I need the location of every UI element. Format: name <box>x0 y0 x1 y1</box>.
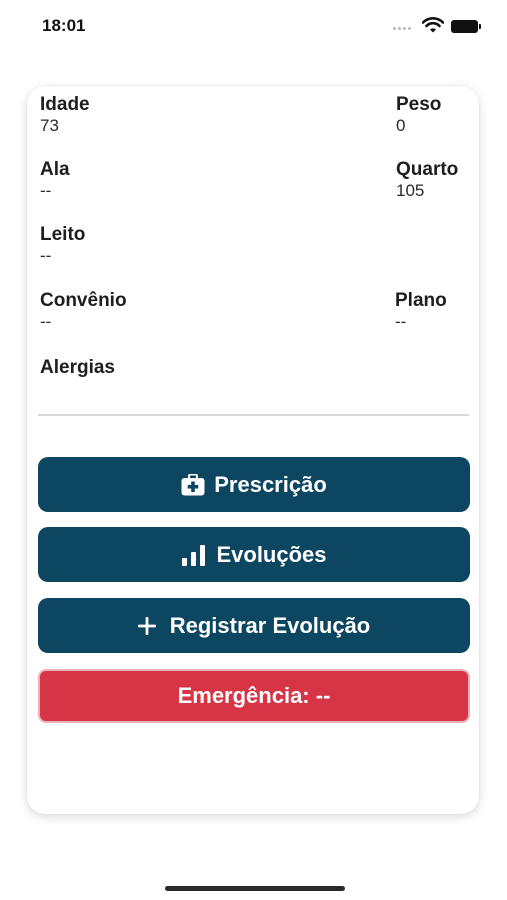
field-value-plano: -- <box>395 312 407 331</box>
emergencia-button-label: Emergência: -- <box>177 683 331 708</box>
plus-icon <box>137 616 156 635</box>
field-alergias: Alergias <box>40 357 115 379</box>
divider <box>38 414 469 416</box>
patient-info-card: Idade 73 Peso 0 Ala -- Quarto 105 Leito … <box>27 86 479 814</box>
field-label-plano: Plano <box>395 290 447 311</box>
field-idade: Idade 73 <box>40 94 90 136</box>
field-label-convenio: Convênio <box>40 290 127 311</box>
prescricao-button[interactable]: Prescrição <box>38 457 470 512</box>
evolucoes-button[interactable]: Evoluções <box>38 527 470 582</box>
registrar-evolucao-button-label: Registrar Evolução <box>169 612 371 638</box>
field-label-idade: Idade <box>40 94 90 115</box>
battery-icon <box>451 20 483 33</box>
field-label-peso: Peso <box>396 94 442 115</box>
field-value-ala: -- <box>40 181 52 200</box>
cellular-signal-icon <box>393 27 415 31</box>
field-label-leito: Leito <box>40 224 86 245</box>
evolucoes-button-label: Evoluções <box>216 541 327 567</box>
field-label-ala: Ala <box>40 159 70 180</box>
field-value-idade: 73 <box>40 116 59 135</box>
emergencia-button[interactable]: Emergência: -- <box>38 669 470 723</box>
field-leito: Leito -- <box>40 224 85 266</box>
field-label-alergias: Alergias <box>40 357 115 378</box>
prescricao-button-label: Prescrição <box>214 471 327 497</box>
medkit-icon <box>181 473 205 496</box>
status-time: 18:01 <box>42 16 86 35</box>
status-bar: 18:01 <box>0 0 507 52</box>
field-plano: Plano -- <box>395 290 447 332</box>
registrar-evolucao-button[interactable]: Registrar Evolução <box>38 598 470 653</box>
wifi-icon <box>422 17 444 33</box>
field-value-leito: -- <box>40 246 52 265</box>
field-value-quarto: 105 <box>396 181 425 200</box>
bar-chart-icon <box>181 544 207 566</box>
field-value-convenio: -- <box>40 312 52 331</box>
field-value-peso: 0 <box>396 116 406 135</box>
field-convenio: Convênio -- <box>40 290 127 332</box>
field-peso: Peso 0 <box>396 94 441 136</box>
home-indicator[interactable] <box>165 886 345 891</box>
field-quarto: Quarto 105 <box>396 159 458 201</box>
field-ala: Ala -- <box>40 159 70 201</box>
field-label-quarto: Quarto <box>396 159 459 180</box>
